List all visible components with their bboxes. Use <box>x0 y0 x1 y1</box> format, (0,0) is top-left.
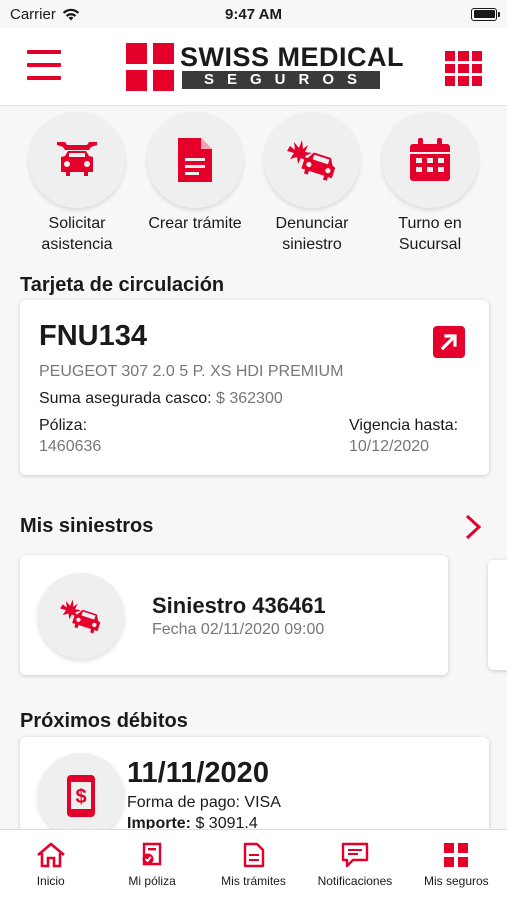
swiss-medical-logo: SWISS MEDICAL SEGUROS <box>126 42 404 91</box>
debit-payment-method: Forma de pago: VISA <box>127 794 281 811</box>
chevron-right-icon[interactable] <box>462 514 484 540</box>
document-icon <box>178 138 212 182</box>
tab-label: Mi póliza <box>128 874 176 888</box>
action-circle <box>382 112 478 208</box>
tab-notificaciones[interactable]: Notificaciones <box>304 830 405 900</box>
tab-label: Inicio <box>36 874 65 888</box>
policy-label: Póliza: <box>39 417 88 434</box>
policy-icon <box>142 842 162 866</box>
claim-date: Fecha 02/11/2020 09:00 <box>152 621 325 638</box>
section-title-claims: Mis siniestros <box>20 515 154 537</box>
grid-apps-icon[interactable] <box>445 51 482 86</box>
action-label: asistencia <box>41 236 113 253</box>
insured-amount: Suma asegurada casco: $ 362300 <box>39 390 283 408</box>
action-label: Solicitar <box>48 215 106 232</box>
document-icon <box>243 842 264 868</box>
payment-icon: $ <box>67 775 95 817</box>
claim-title: Siniestro 436461 <box>152 593 326 618</box>
insured-value: $ 362300 <box>216 390 283 407</box>
hamburger-menu-icon[interactable] <box>27 50 61 80</box>
car-crash-icon <box>287 140 336 181</box>
battery-icon <box>471 7 500 21</box>
action-label: Crear trámite <box>148 215 242 232</box>
calendar-icon <box>410 138 450 181</box>
tab-mis-tramites[interactable]: Mis trámites <box>203 830 304 900</box>
tab-mi-poliza[interactable]: Mi póliza <box>101 830 202 900</box>
status-bar: Carrier 9:47 AM <box>0 0 507 28</box>
action-label: Turno en <box>398 215 462 232</box>
app-header: SWISS MEDICAL SEGUROS <box>0 28 507 106</box>
action-label: siniestro <box>282 236 342 253</box>
action-solicitar-asistencia[interactable]: Solicitar asistencia <box>21 112 133 255</box>
circulation-card[interactable]: FNU134 PEUGEOT 307 2.0 5 P. XS HDI PREMI… <box>20 300 489 475</box>
tab-label: Notificaciones <box>317 874 393 888</box>
chat-icon <box>341 842 369 868</box>
action-turno-sucursal[interactable]: Turno en Sucursal <box>374 112 486 255</box>
wifi-icon <box>62 8 80 20</box>
action-crear-tramite[interactable]: Crear trámite <box>139 112 251 234</box>
action-label: Denunciar <box>275 215 349 232</box>
external-link-icon[interactable] <box>433 326 465 358</box>
claim-card[interactable]: Siniestro 436461 Fecha 02/11/2020 09:00 <box>20 555 448 675</box>
section-title-circulation: Tarjeta de circulación <box>20 274 225 296</box>
plate-number: FNU134 <box>39 320 147 352</box>
validity-value: 10/12/2020 <box>349 438 430 455</box>
tab-mis-seguros[interactable]: Mis seguros <box>406 830 507 900</box>
section-title-debits: Próximos débitos <box>20 710 188 732</box>
claim-card-next[interactable] <box>488 560 507 670</box>
tab-label: Mis seguros <box>423 874 489 888</box>
logo-subtitle: SEGUROS <box>182 71 380 89</box>
action-circle <box>264 112 360 208</box>
debit-icon-circle: $ <box>38 753 124 839</box>
tab-label: Mis trámites <box>221 874 286 888</box>
vehicle-model: PEUGEOT 307 2.0 5 P. XS HDI PREMIUM <box>39 363 344 380</box>
action-label: Sucursal <box>398 236 462 253</box>
action-circle <box>29 112 125 208</box>
carrier-label: Carrier <box>10 5 56 23</box>
claim-icon-circle <box>38 573 124 659</box>
debit-date: 11/11/2020 <box>127 757 269 789</box>
action-denunciar-siniestro[interactable]: Denunciar siniestro <box>256 112 368 255</box>
tab-bar: Inicio Mi póliza Mis trámites Notificaci… <box>0 829 507 900</box>
home-icon <box>36 842 65 868</box>
policy-value: 1460636 <box>39 438 102 455</box>
tab-inicio[interactable]: Inicio <box>0 830 101 900</box>
action-circle <box>147 112 243 208</box>
logo-wordmark: SWISS MEDICAL <box>180 42 405 72</box>
validity-label: Vigencia hasta: <box>349 417 459 434</box>
insured-label: Suma asegurada casco: <box>39 390 212 407</box>
car-crash-icon <box>60 599 101 634</box>
svg-text:$: $ <box>75 786 86 808</box>
logo-squares-icon <box>126 43 174 91</box>
car-tools-icon <box>57 142 97 176</box>
grid-icon <box>444 843 469 867</box>
